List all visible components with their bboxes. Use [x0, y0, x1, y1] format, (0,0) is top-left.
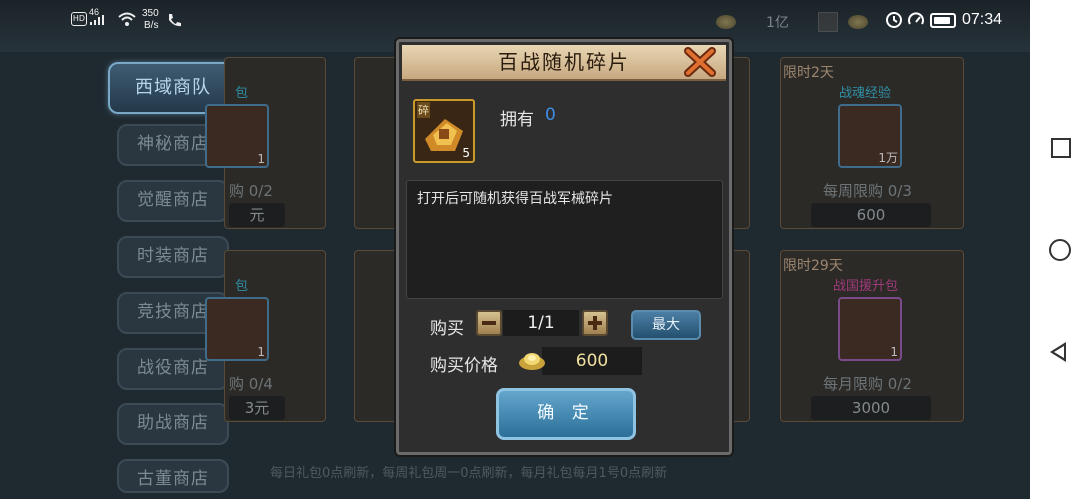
card-time-limit-tag: 限时2天	[783, 65, 834, 81]
item-icon: 碎 5	[413, 99, 475, 163]
max-quantity-button[interactable]: 最大	[631, 310, 701, 340]
card-price: 3000	[811, 396, 931, 420]
shop-card-right-bottom[interactable]: 限时29天 战国援升包 1 每月限购 0/2 3000	[780, 250, 964, 422]
shop-card-left-bottom[interactable]: 包 1 购 0/4 3元	[205, 250, 326, 422]
dialog-header: 百战随机碎片	[402, 45, 726, 81]
alarm-icon	[886, 12, 902, 28]
card-item-count: 1万	[878, 151, 898, 165]
menu-tab-antique-shop[interactable]: 古董商店	[117, 459, 229, 493]
card-title: 战魂经验	[839, 86, 892, 101]
quantity-field: 1/1	[503, 310, 579, 336]
net-speed-value: 350	[142, 8, 159, 19]
minus-icon	[482, 321, 496, 325]
currency-amount: 1亿	[766, 15, 789, 31]
net-speed-unit: B/s	[144, 20, 159, 31]
card-time-limit-tag: 限时29天	[783, 258, 843, 274]
own-value: 0	[545, 105, 556, 125]
item-fragment-tag: 碎	[417, 102, 430, 118]
gold-ingot-icon	[848, 15, 868, 29]
card-item-count: 1	[890, 345, 898, 359]
increase-quantity-button[interactable]	[582, 310, 608, 336]
card-title: 包	[235, 279, 249, 294]
quantity-value: 1/1	[527, 313, 555, 333]
card-purchase-limit: 购 0/2	[229, 182, 273, 200]
price-value: 600	[575, 351, 609, 371]
card-item-icon: 1万	[838, 104, 902, 168]
card-price: 元	[229, 203, 285, 227]
close-x-icon[interactable]	[683, 47, 717, 77]
clock-time: 07:34	[962, 11, 1003, 28]
card-item-icon: 1	[205, 104, 269, 168]
card-item-count: 1	[257, 345, 265, 359]
menu-tab-awaken-shop[interactable]: 觉醒商店	[117, 180, 229, 222]
menu-tab-fashion-shop[interactable]: 时装商店	[117, 236, 229, 278]
call-icon	[169, 14, 181, 27]
purchase-dialog: 百战随机碎片 碎 5 拥有 0 打开后可随机获得百战军械碎片 购买 1/1 最大…	[396, 39, 732, 455]
shop-card-left-top[interactable]: 包 1 购 0/2 元	[205, 57, 326, 229]
gold-coin-icon	[716, 15, 736, 29]
speedometer-icon	[908, 12, 924, 25]
shop-card-partial[interactable]	[354, 250, 400, 422]
card-item-count: 1	[257, 152, 265, 166]
card-title: 战国援升包	[833, 279, 899, 294]
card-price: 3元	[229, 396, 285, 420]
shop-card-partial[interactable]	[354, 57, 400, 229]
hd-badge: HD	[71, 12, 87, 26]
shop-card-right-top[interactable]: 限时2天 战魂经验 1万 每周限购 0/3 600	[780, 57, 964, 229]
card-item-icon: 1	[205, 297, 269, 361]
card-title: 包	[235, 86, 249, 101]
gold-ingot-icon	[519, 353, 545, 370]
price-field: 600	[542, 347, 642, 375]
description-box: 打开后可随机获得百战军械碎片	[406, 180, 723, 299]
card-purchase-limit: 每周限购 0/3	[823, 182, 912, 200]
card-price: 600	[811, 203, 931, 227]
home-icon[interactable]	[1049, 239, 1071, 261]
own-label: 拥有	[500, 110, 534, 130]
confirm-button[interactable]: 确 定	[496, 388, 636, 440]
buy-quantity-label: 购买	[430, 319, 464, 339]
price-label: 购买价格	[430, 356, 498, 376]
status-bar: HD 46 350 B/s 07:34	[0, 0, 1030, 40]
battery-icon	[930, 13, 956, 28]
signal-icon	[90, 15, 104, 25]
dialog-title: 百战随机碎片	[498, 50, 630, 74]
card-purchase-limit: 每月限购 0/2	[823, 375, 912, 393]
plus-icon-vertical	[593, 316, 597, 330]
refresh-note: 每日礼包0点刷新，每周礼包周一0点刷新，每月礼包每月1号0点刷新	[270, 466, 668, 481]
item-description: 打开后可随机获得百战军械碎片	[417, 191, 613, 207]
card-purchase-limit: 购 0/4	[229, 375, 273, 393]
back-icon-inner	[1054, 346, 1064, 358]
add-currency-button[interactable]	[818, 12, 838, 32]
card-item-icon: 1	[838, 297, 902, 361]
recent-apps-icon[interactable]	[1051, 138, 1071, 158]
decrease-quantity-button[interactable]	[476, 310, 502, 336]
item-count: 5	[462, 146, 470, 160]
wifi-icon	[118, 12, 136, 26]
menu-tab-support-shop[interactable]: 助战商店	[117, 403, 229, 445]
